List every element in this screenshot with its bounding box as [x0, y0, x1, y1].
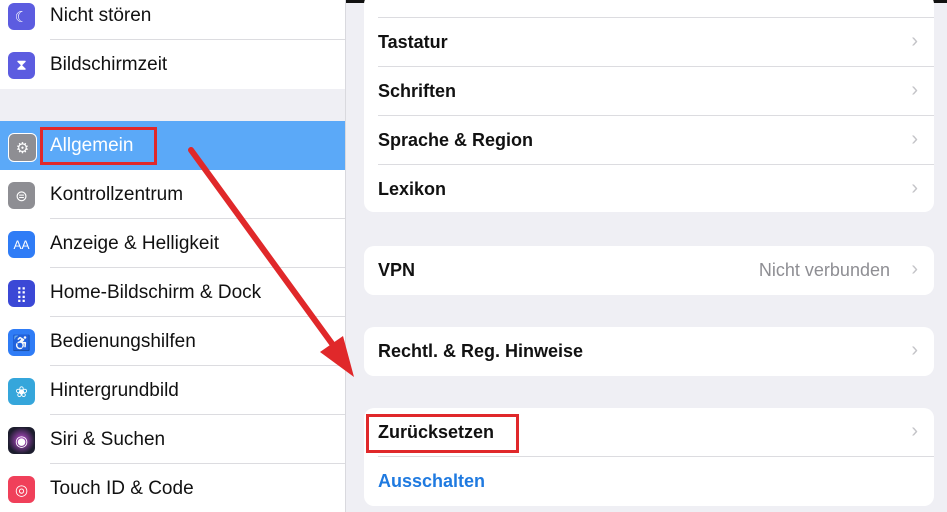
row-label: Lexikon — [378, 179, 447, 199]
detail-panel: Tastatur › Schriften › Sprache & Region … — [346, 0, 947, 512]
row-label: Sprache & Region — [378, 130, 534, 150]
chevron-right-icon: › — [911, 420, 918, 442]
sidebar-item-home-bildschirm[interactable]: ⣿ Home-Bildschirm & Dock — [0, 268, 345, 317]
allgemein-highlight-box — [40, 127, 157, 165]
button-ausschalten[interactable]: Ausschalten — [364, 457, 934, 506]
sidebar-item-siri[interactable]: ◉ Siri & Suchen — [0, 415, 345, 464]
sidebar-item-bildschirmzeit[interactable]: ⧗ Bildschirmzeit — [0, 40, 345, 89]
row-label: Tastatur — [378, 32, 448, 52]
row-label: Rechtl. & Reg. Hinweise — [378, 341, 584, 361]
vpn-status: Nicht verbunden — [758, 260, 890, 280]
sidebar-item-nicht-stoeren[interactable]: ☾ Nicht stören — [0, 0, 345, 40]
chevron-right-icon: › — [911, 30, 918, 52]
row-sprache-region[interactable]: Sprache & Region › — [364, 116, 934, 165]
sidebar-item-label: Bedienungshilfen — [50, 331, 196, 352]
accessibility-icon: ♿ — [8, 329, 35, 356]
fingerprint-icon: ◎ — [8, 476, 35, 503]
sidebar-group-2: ⚙ Allgemein ⊜ Kontrollzentrum AA Anzeige… — [0, 121, 345, 512]
grid-icon: ⣿ — [8, 280, 35, 307]
row-vpn[interactable]: VPN Nicht verbunden › — [364, 246, 934, 295]
sidebar-item-touch-id[interactable]: ◎ Touch ID & Code — [0, 464, 345, 512]
sidebar-item-label: Nicht stören — [50, 5, 152, 26]
sidebar-item-hintergrundbild[interactable]: ❀ Hintergrundbild — [0, 366, 345, 415]
sidebar-item-label: Siri & Suchen — [50, 429, 166, 450]
row-label: Schriften — [378, 81, 457, 101]
flower-icon: ❀ — [8, 378, 35, 405]
chevron-right-icon: › — [911, 177, 918, 199]
row-schriften[interactable]: Schriften › — [364, 67, 934, 116]
settings-group-keyboard: Tastatur › Schriften › Sprache & Region … — [364, 0, 934, 212]
settings-group-legal: Rechtl. & Reg. Hinweise › — [364, 327, 934, 376]
chevron-right-icon: › — [911, 79, 918, 101]
chevron-right-icon: › — [911, 339, 918, 361]
sidebar: ☾ Nicht stören ⧗ Bildschirmzeit ⚙ Allgem… — [0, 0, 346, 512]
partial-row — [364, 0, 934, 18]
siri-icon: ◉ — [8, 427, 35, 454]
settings-window: ☾ Nicht stören ⧗ Bildschirmzeit ⚙ Allgem… — [0, 0, 947, 512]
sidebar-group-1: ☾ Nicht stören ⧗ Bildschirmzeit — [0, 0, 345, 89]
row-label: VPN — [378, 260, 416, 280]
sidebar-item-anzeige[interactable]: AA Anzeige & Helligkeit — [0, 219, 345, 268]
text-size-icon: AA — [8, 231, 35, 258]
sidebar-item-label: Anzeige & Helligkeit — [50, 233, 219, 254]
sidebar-item-label: Kontrollzentrum — [50, 184, 184, 205]
row-label: Ausschalten — [378, 471, 486, 491]
toggles-icon: ⊜ — [8, 182, 35, 209]
chevron-right-icon: › — [911, 258, 918, 280]
row-lexikon[interactable]: Lexikon › — [364, 165, 934, 212]
row-tastatur[interactable]: Tastatur › — [364, 18, 934, 67]
moon-icon: ☾ — [8, 3, 35, 30]
settings-group-vpn: VPN Nicht verbunden › — [364, 246, 934, 295]
sidebar-item-kontrollzentrum[interactable]: ⊜ Kontrollzentrum — [0, 170, 345, 219]
sidebar-item-label: Hintergrundbild — [50, 380, 179, 401]
sidebar-item-label: Bildschirmzeit — [50, 54, 168, 75]
zuruecksetzen-highlight-box — [366, 414, 519, 453]
sidebar-item-label: Home-Bildschirm & Dock — [50, 282, 262, 303]
sidebar-item-bedienungshilfen[interactable]: ♿ Bedienungshilfen — [0, 317, 345, 366]
hourglass-icon: ⧗ — [8, 52, 35, 79]
sidebar-item-label: Touch ID & Code — [50, 478, 194, 499]
chevron-right-icon: › — [911, 128, 918, 150]
gear-icon: ⚙ — [8, 133, 37, 162]
row-legal[interactable]: Rechtl. & Reg. Hinweise › — [364, 327, 934, 376]
